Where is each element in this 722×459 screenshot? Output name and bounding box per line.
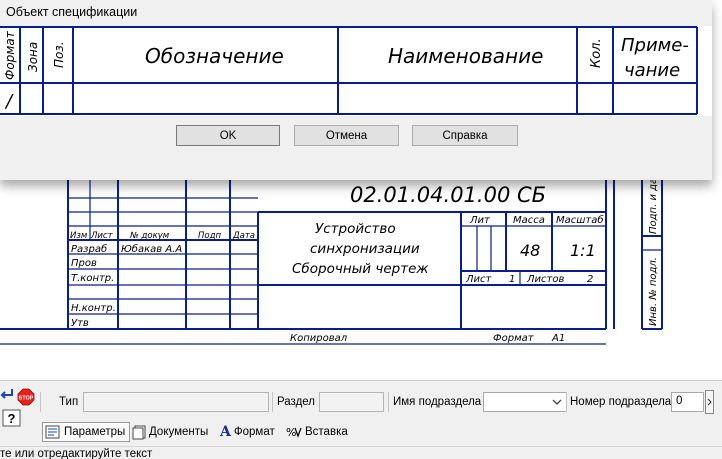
chevron-right-icon — [707, 398, 712, 406]
col-note-line2: чание — [624, 60, 680, 81]
help-button[interactable]: Справка — [412, 125, 518, 146]
mass-value: 48 — [520, 241, 540, 260]
section-label: Раздел — [277, 396, 316, 408]
role-prov: Пров — [71, 258, 97, 269]
ok-button[interactable]: OK — [176, 125, 280, 146]
tab-parameters[interactable]: Параметры — [42, 422, 131, 442]
lit-label: Лит — [469, 215, 491, 226]
masshtab-label: Масштаб — [556, 214, 604, 226]
subsection-number-label: Номер подраздела — [570, 396, 672, 408]
parameters-icon — [45, 425, 60, 439]
panel-separator — [40, 392, 41, 412]
font-a-icon: A — [220, 424, 231, 440]
panel-separator — [272, 392, 273, 412]
dialog-titlebar[interactable]: Объект спецификации — [0, 0, 712, 25]
role-razrab: Разраб — [71, 243, 107, 255]
number-spinner[interactable] — [705, 390, 714, 414]
head-data: Дата — [232, 231, 255, 241]
col-name: Наименование — [388, 44, 543, 68]
format-label: Формат — [493, 333, 535, 344]
side-label-bottom: Инв. № подл. — [648, 257, 659, 326]
svg-text:%: % — [286, 426, 296, 439]
tab-format[interactable]: A Формат — [220, 422, 275, 442]
subsection-number-input[interactable]: 0 — [671, 392, 704, 412]
tab-documents[interactable]: Документы — [132, 422, 208, 442]
type-label: Тип — [59, 396, 79, 408]
section-input[interactable] — [319, 392, 384, 412]
col-qty: Кол. — [589, 38, 604, 68]
subsection-name-label: Имя подраздела — [393, 396, 482, 408]
sheet-value: 1 — [509, 274, 515, 285]
chevron-down-icon[interactable] — [549, 394, 565, 410]
spec-object-dialog: Объект спецификации Формат Зона Поз. Обо… — [0, 0, 712, 180]
format-value: A1 — [551, 333, 565, 344]
title-line2: синхронизации — [310, 241, 420, 257]
role-utv: Утв — [71, 318, 89, 329]
title-line3: Сборочный чертеж — [292, 261, 429, 277]
status-text: те или отредактируйте текст — [0, 448, 153, 459]
status-bar: те или отредактируйте текст — [0, 446, 722, 459]
col-zone: Зона — [26, 42, 40, 72]
doc-code: 02.01.04.01.00 СБ — [350, 183, 546, 207]
spec-table-bg — [0, 26, 712, 116]
type-input[interactable] — [83, 392, 269, 412]
copied-label: Копировал — [290, 333, 348, 344]
svg-text:STOP: STOP — [19, 396, 34, 402]
col-format: Формат — [3, 30, 17, 80]
help-query-icon[interactable]: ? — [0, 409, 22, 427]
sheet-label: Лист — [465, 274, 493, 285]
stop-icon[interactable]: STOP — [17, 388, 35, 406]
documents-icon — [132, 425, 146, 439]
dialog-title: Объект спецификации — [6, 5, 138, 19]
head-podp: Подп — [198, 231, 221, 241]
svg-text:?: ? — [8, 411, 16, 426]
col-note-line1: Приме- — [621, 35, 689, 56]
tab-insert[interactable]: % Вставка — [286, 422, 348, 442]
title-line1: Устройство — [315, 221, 396, 237]
enter-arrow-icon[interactable] — [0, 386, 16, 402]
sheets-label: Листов — [526, 274, 564, 285]
massa-label: Масса — [513, 215, 545, 226]
col-pos: Поз. — [52, 41, 66, 68]
head-izm: Изм — [70, 231, 88, 241]
sheets-value: 2 — [587, 274, 593, 285]
spec-table: Формат Зона Поз. Обозначение Наименовани… — [0, 26, 712, 116]
cancel-button[interactable]: Отмена — [294, 125, 399, 146]
developer-name: Юбакав А.А — [121, 243, 182, 255]
role-nkontr: Н.контр. — [71, 303, 116, 314]
subsection-name-select[interactable] — [483, 392, 567, 412]
scale-value: 1:1 — [570, 241, 596, 260]
head-ndoc: № докум — [129, 231, 170, 241]
head-list: Лист — [90, 231, 114, 241]
role-tkontr: Т.контр. — [71, 273, 114, 284]
panel-separator — [566, 392, 567, 412]
panel-separator — [388, 392, 389, 412]
insert-symbol-icon: % — [286, 426, 302, 439]
col-designation: Обозначение — [145, 44, 284, 68]
